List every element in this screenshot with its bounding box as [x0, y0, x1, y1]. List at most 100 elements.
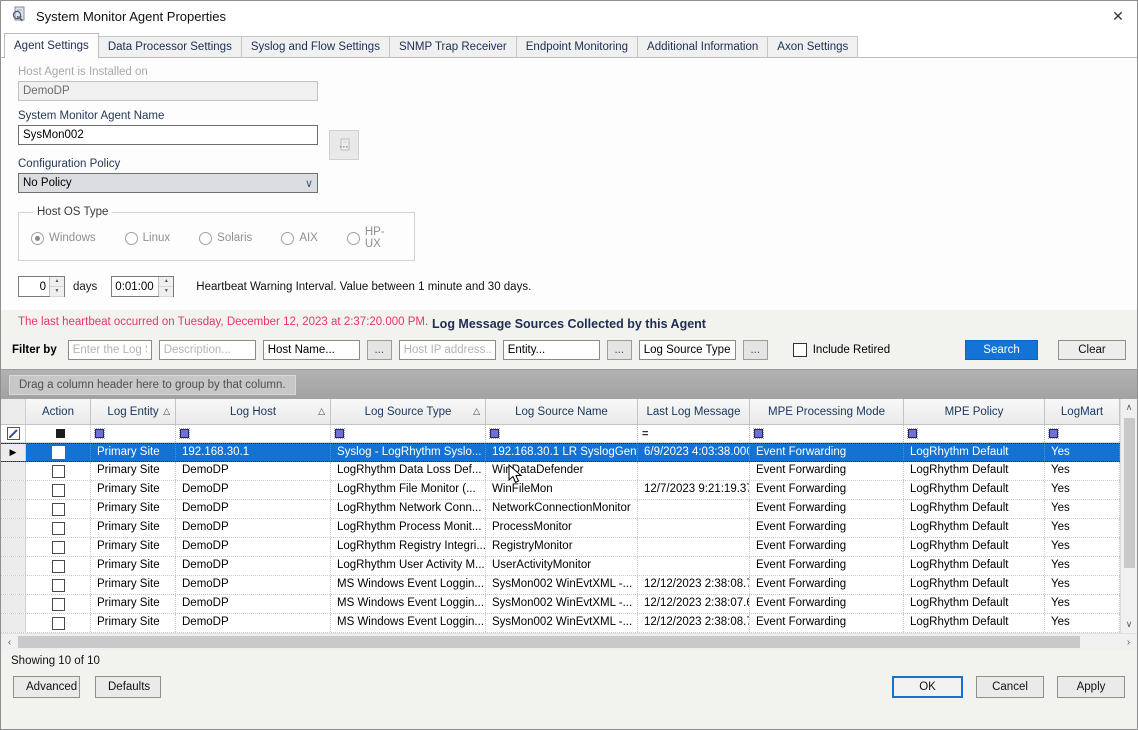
grid-cell[interactable]: Yes	[1045, 595, 1120, 613]
grid-cell[interactable]: Primary Site	[91, 500, 176, 518]
filter-cell-logmart[interactable]	[1045, 425, 1120, 442]
tab-agent-settings[interactable]: Agent Settings	[4, 33, 99, 58]
row-header-cell[interactable]	[1, 538, 26, 556]
filter-cell-log-source-type[interactable]	[331, 425, 486, 442]
row-checkbox[interactable]	[52, 503, 65, 516]
tab-data-processor-settings[interactable]: Data Processor Settings	[99, 36, 242, 57]
row-header-cell[interactable]: ▶	[1, 444, 26, 461]
action-cell[interactable]	[26, 538, 91, 556]
row-header-cell[interactable]	[1, 481, 26, 499]
agent-name-field[interactable]	[18, 125, 318, 145]
table-row[interactable]: Primary SiteDemoDPLogRhythm File Monitor…	[1, 481, 1120, 500]
grid-cell[interactable]: Primary Site	[91, 481, 176, 499]
grid-cell[interactable]: DemoDP	[176, 557, 331, 575]
os-radio-aix[interactable]: AIX	[281, 226, 318, 250]
table-row[interactable]: ▶Primary Site192.168.30.1Syslog - LogRhy…	[1, 443, 1120, 462]
filter-cell-last-log-message[interactable]: =	[638, 425, 750, 442]
select-all-checkbox-icon[interactable]	[56, 429, 65, 438]
grid-cell[interactable]: SysMon002 WinEvtXML -...	[486, 576, 638, 594]
grid-cell[interactable]: WinFileMon	[486, 481, 638, 499]
column-filter-icon[interactable]	[490, 429, 499, 438]
grid-cell[interactable]: LogRhythm Default	[904, 500, 1045, 518]
grid-cell[interactable]: MS Windows Event Loggin...	[331, 614, 486, 632]
table-row[interactable]: Primary SiteDemoDPLogRhythm Network Conn…	[1, 500, 1120, 519]
row-checkbox[interactable]	[52, 541, 65, 554]
grid-cell[interactable]: Event Forwarding	[750, 500, 904, 518]
filter-log-source-type-browse-button[interactable]: ...	[743, 340, 768, 360]
grid-cell[interactable]: DemoDP	[176, 481, 331, 499]
grid-cell[interactable]: Event Forwarding	[750, 557, 904, 575]
column-header-action[interactable]: Action	[26, 399, 91, 424]
grid-cell[interactable]: LogRhythm Default	[904, 576, 1045, 594]
cancel-button[interactable]: Cancel	[976, 676, 1044, 698]
include-retired-checkbox[interactable]	[793, 343, 807, 357]
grid-cell[interactable]: Primary Site	[91, 462, 176, 480]
apply-button[interactable]: Apply	[1057, 676, 1125, 698]
row-checkbox[interactable]	[52, 522, 65, 535]
row-header-cell[interactable]	[1, 519, 26, 537]
tab-axon-settings[interactable]: Axon Settings	[768, 36, 858, 57]
spinner-arrows-icon[interactable]: ▲▼	[158, 277, 173, 296]
grid-cell[interactable]: Primary Site	[91, 557, 176, 575]
column-header-logmart[interactable]: LogMart	[1045, 399, 1120, 424]
grid-cell[interactable]: Yes	[1045, 557, 1120, 575]
action-cell[interactable]	[26, 576, 91, 594]
group-by-bar[interactable]: Drag a column header here to group by th…	[1, 369, 1137, 399]
table-row[interactable]: Primary SiteDemoDPMS Windows Event Loggi…	[1, 576, 1120, 595]
grid-cell[interactable]: Event Forwarding	[750, 519, 904, 537]
grid-cell[interactable]: 12/12/2023 2:38:08.7...	[638, 576, 750, 594]
row-checkbox[interactable]	[52, 579, 65, 592]
grid-cell[interactable]: LogRhythm Process Monit...	[331, 519, 486, 537]
row-checkbox[interactable]	[52, 484, 65, 497]
filter-host-name-input[interactable]	[263, 340, 360, 360]
spinner-arrows-icon[interactable]: ▲▼	[49, 277, 64, 296]
grid-cell[interactable]: Event Forwarding	[750, 595, 904, 613]
row-header-cell[interactable]	[1, 500, 26, 518]
grid-cell[interactable]: LogRhythm Default	[904, 595, 1045, 613]
filter-entity-browse-button[interactable]: ...	[607, 340, 632, 360]
grid-cell[interactable]: SysMon002 WinEvtXML -...	[486, 614, 638, 632]
grid-cell[interactable]: Primary Site	[91, 595, 176, 613]
grid-cell[interactable]: LogRhythm Default	[904, 481, 1045, 499]
action-cell[interactable]	[26, 500, 91, 518]
grid-cell[interactable]: Primary Site	[91, 576, 176, 594]
table-row[interactable]: Primary SiteDemoDPLogRhythm User Activit…	[1, 557, 1120, 576]
action-cell[interactable]	[26, 462, 91, 480]
filter-cell-log-source-name[interactable]	[486, 425, 638, 442]
heartbeat-days-input[interactable]	[19, 277, 49, 296]
row-checkbox[interactable]	[52, 598, 65, 611]
grid-cell[interactable]	[638, 557, 750, 575]
column-filter-icon[interactable]	[335, 429, 344, 438]
grid-cell[interactable]: DemoDP	[176, 500, 331, 518]
scroll-right-icon[interactable]: ›	[1120, 637, 1137, 648]
action-cell[interactable]	[26, 557, 91, 575]
grid-cell[interactable]: LogRhythm Default	[904, 614, 1045, 632]
grid-cell[interactable]: Event Forwarding	[750, 538, 904, 556]
action-cell[interactable]	[26, 595, 91, 613]
table-row[interactable]: Primary SiteDemoDPMS Windows Event Loggi…	[1, 595, 1120, 614]
config-policy-select[interactable]: No Policy ∨	[18, 173, 318, 193]
os-radio-linux[interactable]: Linux	[125, 226, 171, 250]
filter-cell-log-entity[interactable]	[91, 425, 176, 442]
action-cell[interactable]	[26, 481, 91, 499]
grid-cell[interactable]: LogRhythm Registry Integri...	[331, 538, 486, 556]
grid-cell[interactable]: DemoDP	[176, 519, 331, 537]
grid-cell[interactable]: DemoDP	[176, 462, 331, 480]
grid-cell[interactable]: UserActivityMonitor	[486, 557, 638, 575]
grid-cell[interactable]: Yes	[1045, 462, 1120, 480]
grid-cell[interactable]: Yes	[1045, 538, 1120, 556]
scroll-left-icon[interactable]: ‹	[1, 637, 18, 648]
grid-cell[interactable]: NetworkConnectionMonitor	[486, 500, 638, 518]
grid-cell[interactable]: DemoDP	[176, 614, 331, 632]
column-header-log-source-name[interactable]: Log Source Name	[486, 399, 638, 424]
grid-cell[interactable]: Syslog - LogRhythm Syslo...	[331, 444, 486, 461]
column-filter-icon[interactable]	[1049, 429, 1058, 438]
ok-button[interactable]: OK	[892, 676, 963, 698]
grid-cell[interactable]: 192.168.30.1	[176, 444, 331, 461]
grid-cell[interactable]: 6/9/2023 4:03:38.000...	[638, 444, 750, 461]
include-retired-option[interactable]: Include Retired	[793, 343, 890, 357]
grid-cell[interactable]	[638, 462, 750, 480]
row-checkbox[interactable]	[52, 446, 65, 459]
row-header-cell[interactable]	[1, 614, 26, 632]
grid-cell[interactable]: Yes	[1045, 481, 1120, 499]
